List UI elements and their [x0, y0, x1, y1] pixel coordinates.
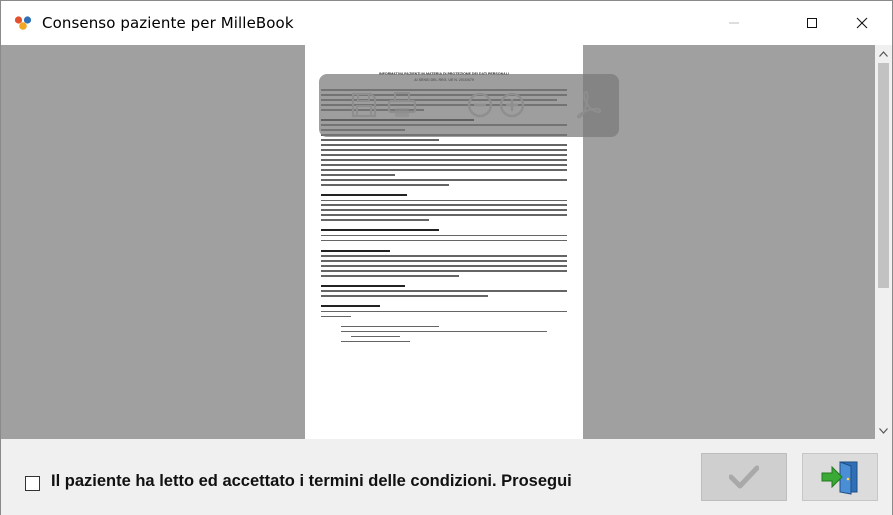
- exit-door-icon: [821, 461, 858, 495]
- acrobat-pdf-icon: [577, 91, 602, 119]
- minimize-icon: [729, 22, 739, 24]
- zoom-out-button[interactable]: [465, 90, 495, 120]
- exit-button[interactable]: [802, 453, 878, 501]
- maximize-icon: [807, 18, 817, 28]
- pdf-viewer[interactable]: INFORMATIVA PAZIENTI IN MATERIA DI PROTE…: [1, 45, 875, 439]
- print-button[interactable]: [387, 90, 417, 120]
- pdf-toolbar: [319, 74, 619, 137]
- title-bar[interactable]: Consenso paziente per MilleBook: [1, 1, 892, 45]
- millebook-logo-icon: [14, 15, 32, 31]
- confirm-button[interactable]: [701, 453, 787, 501]
- close-button[interactable]: [839, 1, 885, 45]
- chevron-up-icon: [879, 50, 888, 57]
- zoom-in-button[interactable]: [497, 90, 527, 120]
- zoom-out-icon: [467, 92, 493, 118]
- checkmark-icon: [729, 465, 759, 489]
- minimize-button[interactable]: [711, 1, 757, 45]
- consent-label[interactable]: Il paziente ha letto ed accettato i term…: [51, 472, 572, 491]
- save-button[interactable]: [349, 90, 379, 120]
- save-icon: [351, 92, 377, 118]
- chevron-down-icon: [879, 427, 888, 434]
- maximize-button[interactable]: [789, 1, 835, 45]
- vertical-scrollbar[interactable]: [875, 45, 892, 439]
- consent-window: Consenso paziente per MilleBook INFORMAT…: [0, 0, 893, 515]
- scrollbar-thumb[interactable]: [878, 63, 889, 288]
- footer-bar: Il paziente ha letto ed accettato i term…: [1, 439, 892, 515]
- print-icon: [387, 92, 417, 117]
- open-in-acrobat-button[interactable]: [573, 90, 603, 120]
- consent-checkbox[interactable]: [25, 476, 40, 491]
- close-icon: [856, 17, 868, 29]
- scroll-down-button[interactable]: [875, 422, 892, 439]
- scroll-up-button[interactable]: [875, 45, 892, 62]
- window-title: Consenso paziente per MilleBook: [42, 14, 294, 32]
- zoom-in-icon: [499, 92, 525, 118]
